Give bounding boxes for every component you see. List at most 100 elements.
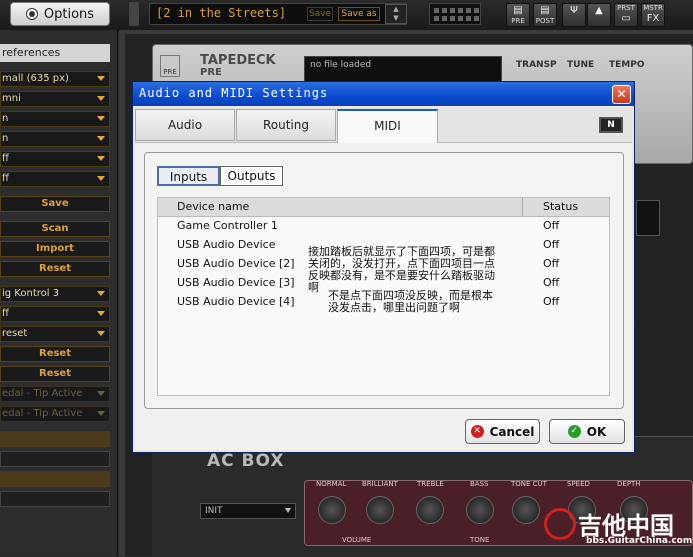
dropdown-value: mni xyxy=(2,93,21,104)
chevron-down-icon xyxy=(97,331,105,336)
dropdown-option-3[interactable]: n xyxy=(0,111,110,127)
outputs-toggle[interactable]: Outputs xyxy=(220,166,283,186)
device-status[interactable]: Off xyxy=(543,276,559,289)
scan-button[interactable]: Scan xyxy=(0,221,110,237)
tune-label: TUNE xyxy=(567,60,595,70)
device-status[interactable]: Off xyxy=(543,238,559,251)
led-meter-icon xyxy=(429,3,481,25)
dropdown-controller[interactable]: ig Kontrol 3 xyxy=(0,286,110,302)
grip-handle[interactable] xyxy=(129,2,139,26)
treble-knob[interactable] xyxy=(416,496,444,524)
radio-icon xyxy=(25,8,38,20)
chevron-down-icon xyxy=(97,176,105,181)
watermark-url: bbs.GuitarChina.com xyxy=(586,536,693,546)
cancel-button[interactable]: ✕ Cancel xyxy=(465,419,540,444)
close-icon: ✕ xyxy=(616,87,627,101)
dialog-title: Audio and MIDI Settings xyxy=(139,86,329,100)
down-arrow-icon[interactable]: ▼ xyxy=(386,14,406,23)
tapedeck-pre-button[interactable]: PRE xyxy=(160,55,180,77)
save-settings-button[interactable]: Save xyxy=(0,196,110,212)
post-label: POST xyxy=(535,17,555,25)
tone-cut-knob[interactable] xyxy=(512,496,540,524)
preset-name: [2 in the Streets] xyxy=(156,6,287,20)
options-button[interactable]: Options xyxy=(10,2,110,26)
knob-label: BRILLIANT xyxy=(362,480,398,488)
ok-label: OK xyxy=(586,424,607,439)
device-status[interactable]: Off xyxy=(543,219,559,232)
tapedeck-subtitle: PRE xyxy=(200,67,222,78)
chevron-down-icon xyxy=(97,311,105,316)
ok-button[interactable]: ✓ OK xyxy=(549,419,625,444)
dropdown-pedal-1[interactable]: edal - Tip Active xyxy=(0,386,110,402)
tab-midi[interactable]: MIDI xyxy=(337,109,438,143)
dropdown-option-5[interactable]: ff xyxy=(0,151,110,167)
bass-knob[interactable] xyxy=(466,496,494,524)
device-name[interactable]: USB Audio Device xyxy=(177,238,275,251)
chevron-down-icon xyxy=(97,96,105,101)
save-as-button[interactable]: Save as xyxy=(338,7,380,21)
chevron-down-icon xyxy=(97,156,105,161)
dropdown-value: edal - Tip Active xyxy=(2,388,83,399)
preset-icon: ▭ xyxy=(621,13,631,24)
import-button[interactable]: Import xyxy=(0,241,110,257)
tab-audio[interactable]: Audio xyxy=(135,109,235,141)
tone-label: TONE xyxy=(470,536,490,544)
device-name[interactable]: USB Audio Device [4] xyxy=(177,295,295,308)
dropdown-value: ff xyxy=(2,308,9,319)
dropdown-option-8[interactable]: ff xyxy=(0,306,110,322)
device-status[interactable]: Off xyxy=(543,295,559,308)
post-button[interactable]: ▤ POST xyxy=(533,3,557,27)
close-button[interactable]: ✕ xyxy=(612,85,631,104)
annotation-line: 关闭的，没发打开，点下面四项目一点 xyxy=(308,257,495,270)
chevron-down-icon xyxy=(285,508,291,513)
annotation-line: 没发点击，哪里出问题了啊 xyxy=(328,301,460,314)
knob-label: BASS xyxy=(470,480,489,488)
reset-button-1[interactable]: Reset xyxy=(0,261,110,277)
dropdown-value: ff xyxy=(2,153,9,164)
column-divider[interactable] xyxy=(522,198,523,216)
tab-routing[interactable]: Routing xyxy=(236,109,336,141)
device-name[interactable]: USB Audio Device [3] xyxy=(177,276,295,289)
pedal-slot-4[interactable] xyxy=(0,491,110,507)
knob-label: NORMAL xyxy=(316,480,347,488)
pre-button[interactable]: ▤ PRE xyxy=(506,3,530,27)
brilliant-knob[interactable] xyxy=(366,496,394,524)
master-fx-button[interactable]: MSTR FX xyxy=(641,3,665,27)
dropdown-preset[interactable]: reset xyxy=(0,326,110,342)
device-name[interactable]: USB Audio Device [2] xyxy=(177,257,295,270)
dropdown-option-4[interactable]: n xyxy=(0,131,110,147)
device-name[interactable]: Game Controller 1 xyxy=(177,219,278,232)
up-arrow-icon[interactable]: ▲ xyxy=(386,5,406,14)
post-icon: ▤ xyxy=(540,5,550,16)
volume-knob[interactable] xyxy=(632,320,658,344)
pedal-slot-2[interactable] xyxy=(0,451,110,467)
metronome-button[interactable]: ▲ xyxy=(587,3,611,27)
tuner-button[interactable]: Ψ xyxy=(562,3,586,27)
dropdown-option-6[interactable]: ff xyxy=(0,171,110,187)
reset-button-2[interactable]: Reset xyxy=(0,346,110,362)
dropdown-value: ff xyxy=(2,173,9,184)
amp-control[interactable] xyxy=(636,200,660,236)
acbox-preset-dropdown[interactable]: INIT xyxy=(200,503,296,519)
preset-stepper[interactable]: ▲ ▼ xyxy=(385,4,407,24)
device-status[interactable]: Off xyxy=(543,257,559,270)
save-preset-button[interactable]: Save xyxy=(307,7,333,21)
inputs-toggle[interactable]: Inputs xyxy=(157,166,220,186)
dropdown-interface-size[interactable]: mall (635 px) xyxy=(0,71,110,87)
reset-button-3[interactable]: Reset xyxy=(0,366,110,382)
normal-knob[interactable] xyxy=(318,496,346,524)
column-device-name[interactable]: Device name xyxy=(177,200,249,213)
column-status[interactable]: Status xyxy=(543,200,578,213)
preset-button[interactable]: PRST ▭ xyxy=(614,3,638,27)
dropdown-option-2[interactable]: mni xyxy=(0,91,110,107)
knob-label: TREBLE xyxy=(417,480,444,488)
acbox-title: AC BOX xyxy=(207,451,285,471)
dropdown-value: mall (635 px) xyxy=(2,73,69,84)
tapedeck-title: TAPEDECK xyxy=(200,53,276,68)
dropdown-pedal-2[interactable]: edal - Tip Active xyxy=(0,406,110,422)
dropdown-value: reset xyxy=(2,328,28,339)
transp-label: TRANSP xyxy=(516,60,557,70)
pedal-slot-1[interactable] xyxy=(0,431,110,447)
annotation-line: 反映都没有，是不是要安什么踏板驱动 xyxy=(308,269,495,282)
pedal-slot-3[interactable] xyxy=(0,471,110,487)
